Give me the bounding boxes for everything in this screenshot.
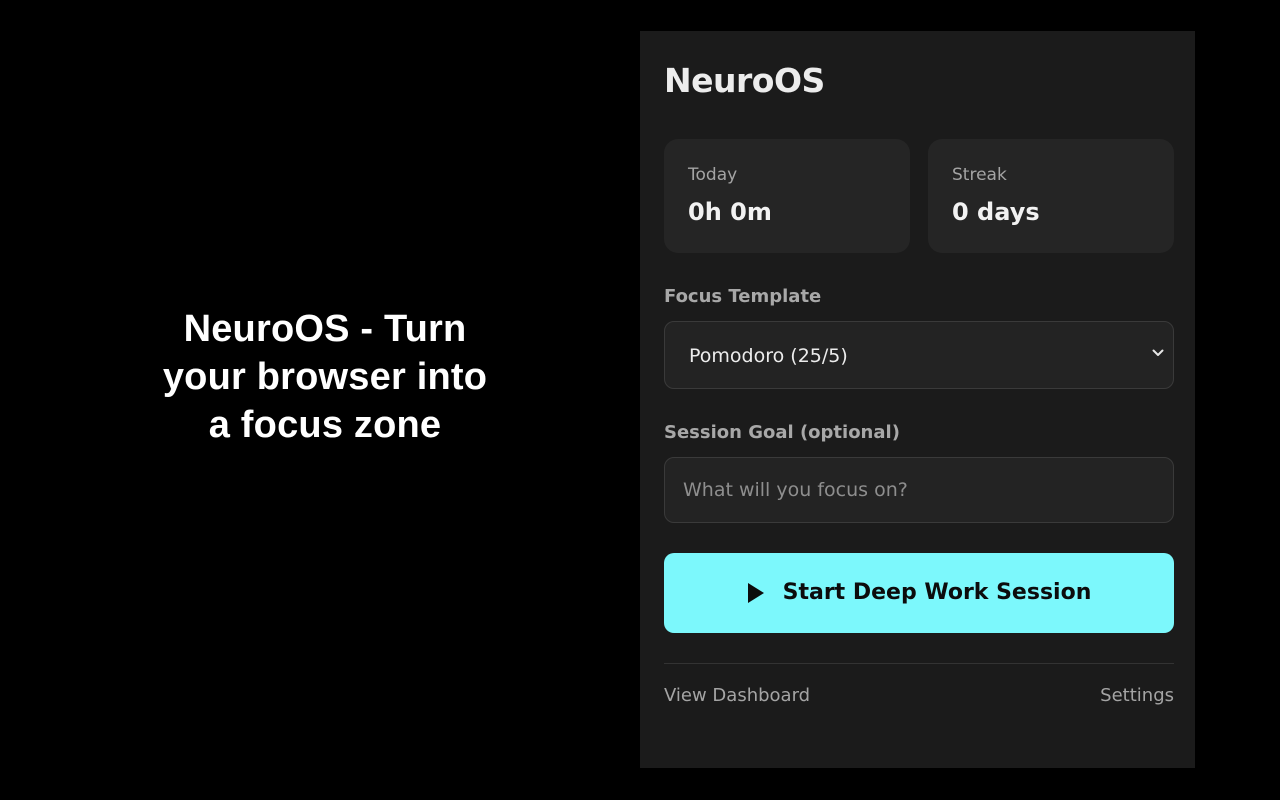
stat-value-today: 0h 0m [688,198,772,226]
chevron-down-icon [1152,349,1164,356]
focus-template-value: Pomodoro (25/5) [689,345,848,367]
session-goal-label: Session Goal (optional) [664,422,900,443]
popup-panel: NeuroOS Today 0h 0m Streak 0 days Focus … [640,31,1195,768]
stat-label-streak: Streak [952,165,1007,185]
promo-headline: NeuroOS - Turn your browser into a focus… [162,308,488,446]
start-session-label: Start Deep Work Session [782,580,1092,605]
view-dashboard-link[interactable]: View Dashboard [664,684,810,708]
footer-divider [664,663,1174,664]
app-title: NeuroOS [664,61,825,100]
stat-card-today: Today 0h 0m [664,139,910,253]
stat-value-streak: 0 days [952,198,1040,226]
focus-template-label: Focus Template [664,286,822,307]
screen: NeuroOS - Turn your browser into a focus… [0,0,1280,800]
play-icon [747,583,764,603]
settings-link[interactable]: Settings [1100,684,1174,708]
start-session-button[interactable]: Start Deep Work Session [664,553,1174,633]
focus-template-select[interactable]: Pomodoro (25/5) [664,321,1174,389]
stat-label-today: Today [688,165,738,185]
session-goal-input[interactable] [664,457,1174,523]
stat-card-streak: Streak 0 days [928,139,1174,253]
